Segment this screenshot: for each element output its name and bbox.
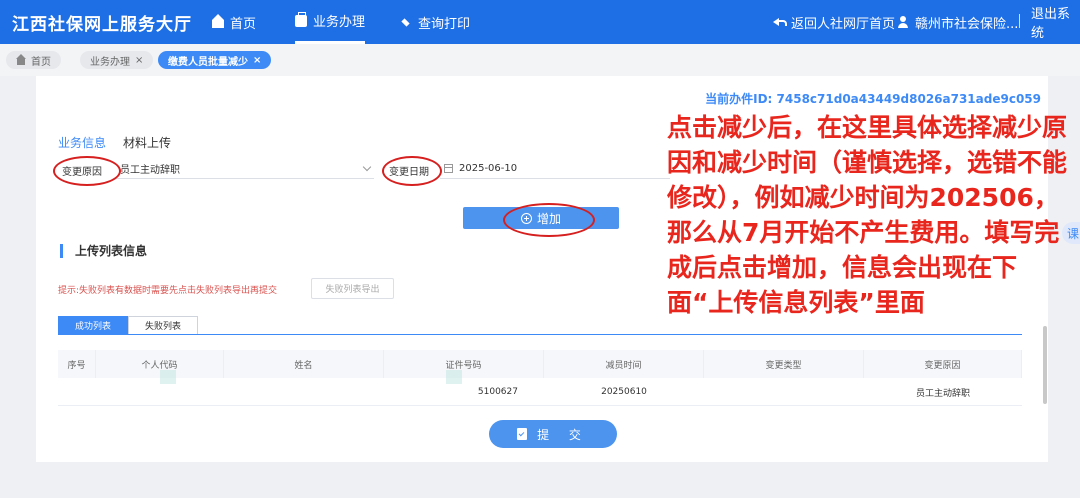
home-icon	[16, 53, 26, 65]
tabs-bar: 首页 业务办理 × 缴费人员批量减少 ×	[0, 44, 1080, 76]
user-menu[interactable]: 赣州市社会保险...	[897, 0, 1018, 44]
column-header: 变更原因	[864, 350, 1022, 378]
tab-fail-list-label: 失败列表	[144, 322, 181, 332]
clipboard-check-icon	[517, 428, 528, 440]
close-icon[interactable]: ×	[135, 55, 143, 66]
back-icon	[773, 16, 787, 28]
cell-personal-code	[96, 378, 224, 406]
change-date-picker[interactable]: 2025-06-10	[440, 159, 670, 179]
cell-change-type	[704, 378, 864, 406]
highlight-ring-add	[503, 203, 595, 237]
highlight-ring-reason	[53, 156, 121, 186]
tab-material-upload[interactable]: 材料上传	[123, 134, 171, 151]
nav-home-label: 首页	[230, 16, 257, 32]
nav-query-print[interactable]: 查询打印	[400, 0, 470, 44]
back-home-link[interactable]: 返回人社网厅首页	[773, 0, 895, 44]
nav-query-label: 查询打印	[418, 16, 471, 32]
table-row[interactable]: 5100627 20250610 员工主动辞职	[58, 378, 1022, 406]
tab-batch-reduce[interactable]: 缴费人员批量减少 ×	[158, 51, 272, 69]
column-header: 减员时间	[544, 350, 704, 378]
tab-fail-list[interactable]: 失败列表	[128, 316, 198, 335]
tab-batch-reduce-label: 缴费人员批量减少	[168, 56, 248, 68]
cell-id-number: 5100627	[477, 387, 518, 397]
close-icon[interactable]: ×	[253, 55, 261, 66]
export-fail-list-button[interactable]: 失败列表导出	[311, 278, 394, 299]
cell-index	[58, 378, 96, 406]
nav-business[interactable]: 业务办理	[295, 0, 366, 44]
current-job-id: 当前办件ID: 7458c71d0a43449d8026a731ade9c059	[705, 92, 1041, 106]
top-nav-bar: 江西社保网上服务大厅 首页 业务办理 查询打印 返回人社网厅首页 赣州市社会保险…	[0, 0, 1080, 44]
tab-business[interactable]: 业务办理 ×	[80, 51, 154, 69]
nav-home[interactable]: 首页	[212, 0, 256, 44]
briefcase-icon	[295, 11, 307, 27]
home-icon	[212, 14, 224, 28]
table-scrollbar[interactable]	[1043, 326, 1047, 404]
fail-list-hint: 提示:失败列表有数据时需要先点击失败列表导出再提交	[58, 286, 278, 296]
list-tab-underline	[58, 334, 1022, 335]
tab-business-info[interactable]: 业务信息	[58, 134, 106, 151]
column-header: 变更类型	[704, 350, 864, 378]
calendar-icon	[444, 164, 453, 173]
upload-list-title: 上传列表信息	[60, 244, 147, 258]
column-header: 序号	[58, 350, 96, 378]
submit-button[interactable]: 提 交	[489, 420, 617, 448]
tab-home-label: 首页	[31, 56, 51, 68]
nav-divider	[1019, 14, 1020, 28]
nav-business-label: 业务办理	[313, 15, 366, 30]
change-reason-value: 员工主动辞职	[120, 165, 180, 176]
site-title: 江西社保网上服务大厅	[12, 15, 192, 35]
highlight-ring-date	[382, 156, 442, 186]
side-float-label: 课	[1066, 226, 1079, 241]
chevron-down-icon	[362, 162, 372, 172]
tab-success-list[interactable]: 成功列表	[58, 316, 128, 335]
cell-reduce-time: 20250610	[601, 387, 647, 397]
column-header: 姓名	[224, 350, 384, 378]
tab-business-label: 业务办理	[90, 56, 130, 68]
red-annotation-text: 点击减少后，在这里具体选择减少原因和减少时间（谨慎选择，选错不能修改），例如减少…	[667, 113, 1068, 317]
cell-name	[224, 378, 384, 406]
side-float-button[interactable]: 课	[1062, 222, 1080, 244]
submit-button-label: 提 交	[537, 427, 589, 442]
export-fail-list-label: 失败列表导出	[325, 285, 380, 295]
user-name: 赣州市社会保险...	[915, 16, 1019, 32]
back-home-label: 返回人社网厅首页	[791, 16, 896, 32]
logout-link[interactable]: 退出系统	[1031, 0, 1080, 44]
tab-home[interactable]: 首页	[6, 51, 61, 69]
column-header: 证件号码	[384, 350, 544, 378]
tab-success-list-label: 成功列表	[74, 322, 111, 332]
layers-icon	[400, 16, 412, 28]
cell-change-reason: 员工主动辞职	[915, 388, 970, 399]
logout-label: 退出系统	[1031, 7, 1071, 41]
table-header: 序号 个人代码 姓名 证件号码 减员时间 变更类型 变更原因	[58, 350, 1022, 378]
user-icon	[897, 16, 909, 28]
change-reason-select[interactable]: 员工主动辞职	[116, 159, 374, 179]
change-date-value: 2025-06-10	[459, 163, 518, 174]
